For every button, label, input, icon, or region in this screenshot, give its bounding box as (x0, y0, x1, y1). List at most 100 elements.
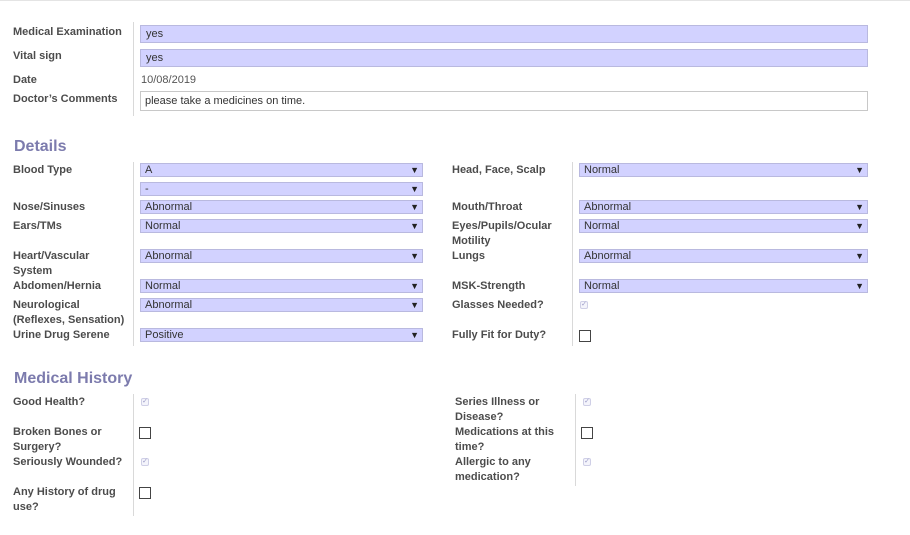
drug-history-label-line1: Any History of drug (13, 486, 116, 498)
medical-history-section-title: Medical History (14, 370, 133, 387)
drug-history-label: Any History of drug use? (13, 485, 116, 515)
top-divider (0, 0, 910, 1)
head-face-scalp-select[interactable]: Normal ▼ (579, 163, 868, 177)
lungs-value: Abnormal (584, 250, 632, 262)
caret-down-icon: ▼ (855, 202, 864, 212)
eyes-label-line2: Motility (452, 235, 491, 247)
neuro-label-line1: Neurological (13, 299, 80, 311)
vital-sign-label: Vital sign (13, 50, 62, 62)
urine-drug-value: Positive (145, 329, 184, 341)
fit-for-duty-checkbox[interactable] (579, 330, 591, 342)
caret-down-icon: ▼ (410, 165, 419, 175)
broken-bones-checkbox[interactable] (139, 427, 151, 439)
blood-type-value: A (145, 164, 153, 176)
eyes-value: Normal (584, 220, 620, 232)
details-right-divider (572, 162, 573, 346)
neurological-select[interactable]: Abnormal ▼ (140, 298, 423, 312)
seriously-wounded-checkbox[interactable]: ✓ (141, 458, 149, 466)
date-value: 10/08/2019 (141, 74, 197, 86)
ears-tms-label: Ears/TMs (13, 220, 62, 232)
doctors-comments-label: Doctor’s Comments (13, 93, 118, 105)
broken-bones-label-line1: Broken Bones or (13, 426, 102, 438)
medications-label-line1: Medications at this (455, 426, 555, 438)
medical-examination-field[interactable]: yes (140, 25, 868, 43)
good-health-checkbox[interactable]: ✓ (141, 398, 149, 406)
caret-down-icon: ▼ (410, 281, 419, 291)
caret-down-icon: ▼ (410, 221, 419, 231)
glasses-needed-label: Glasses Needed? (452, 299, 544, 311)
drug-history-checkbox[interactable] (139, 487, 151, 499)
abdomen-hernia-select[interactable]: Normal ▼ (140, 279, 423, 293)
series-illness-checkbox[interactable]: ✓ (583, 398, 591, 406)
caret-down-icon: ▼ (410, 251, 419, 261)
fit-for-duty-label: Fully Fit for Duty? (452, 329, 547, 341)
allergic-label-line2: medication? (455, 471, 520, 483)
history-left-divider (133, 394, 134, 516)
broken-bones-label-line2: Surgery? (13, 441, 62, 453)
medications-checkbox[interactable] (581, 427, 593, 439)
glasses-needed-checkbox[interactable]: ✓ (580, 301, 588, 309)
good-health-label: Good Health? (13, 396, 86, 408)
history-right-divider (575, 394, 576, 486)
allergic-label-line1: Allergic to any (455, 456, 531, 468)
checkmark-icon: ✓ (584, 458, 590, 465)
broken-bones-label: Broken Bones or Surgery? (13, 425, 102, 455)
caret-down-icon: ▼ (855, 251, 864, 261)
heart-vascular-value: Abnormal (145, 250, 193, 262)
doctors-comments-field[interactable]: please take a medicines on time. (140, 91, 868, 111)
heart-label-line1: Heart/Vascular (13, 250, 90, 262)
lungs-select[interactable]: Abnormal ▼ (579, 249, 868, 263)
allergic-label: Allergic to any medication? (455, 455, 531, 485)
caret-down-icon: ▼ (410, 184, 419, 194)
blood-rh-select[interactable]: - ▼ (140, 182, 423, 196)
medical-examination-label: Medical Examination (13, 26, 122, 38)
checkmark-icon: ✓ (581, 301, 587, 308)
abdomen-hernia-value: Normal (145, 280, 181, 292)
caret-down-icon: ▼ (855, 165, 864, 175)
caret-down-icon: ▼ (410, 300, 419, 310)
mouth-throat-select[interactable]: Abnormal ▼ (579, 200, 868, 214)
heart-vascular-label: Heart/Vascular System (13, 249, 89, 279)
label-column-divider (133, 22, 134, 116)
eyes-label-line1: Eyes/Pupils/Ocular (452, 220, 552, 232)
neurological-value: Abnormal (145, 299, 193, 311)
head-face-scalp-label: Head, Face, Scalp (452, 164, 546, 176)
medications-label-line2: time? (455, 441, 485, 453)
abdomen-hernia-label: Abdomen/Hernia (13, 280, 102, 292)
nose-sinuses-value: Abnormal (145, 201, 193, 213)
details-left-divider (133, 162, 134, 346)
eyes-select[interactable]: Normal ▼ (579, 219, 868, 233)
eyes-label: Eyes/Pupils/Ocular Motility (452, 219, 552, 249)
checkmark-icon: ✓ (142, 398, 148, 405)
drug-history-label-line2: use? (13, 501, 39, 513)
nose-sinuses-select[interactable]: Abnormal ▼ (140, 200, 423, 214)
nose-sinuses-label: Nose/Sinuses (13, 201, 86, 213)
lungs-label: Lungs (452, 250, 485, 262)
series-illness-label-line1: Series Illness or (455, 396, 540, 408)
urine-drug-label: Urine Drug Serene (13, 329, 110, 341)
head-face-scalp-value: Normal (584, 164, 620, 176)
details-section-title: Details (14, 138, 67, 155)
mouth-throat-label: Mouth/Throat (452, 201, 523, 213)
msk-strength-select[interactable]: Normal ▼ (579, 279, 868, 293)
msk-strength-value: Normal (584, 280, 620, 292)
caret-down-icon: ▼ (410, 202, 419, 212)
caret-down-icon: ▼ (410, 330, 419, 340)
ears-tms-value: Normal (145, 220, 181, 232)
ears-tms-select[interactable]: Normal ▼ (140, 219, 423, 233)
blood-type-select[interactable]: A ▼ (140, 163, 423, 177)
date-label: Date (13, 74, 37, 86)
series-illness-label-line2: Disease? (455, 411, 504, 423)
caret-down-icon: ▼ (855, 281, 864, 291)
allergic-checkbox[interactable]: ✓ (583, 458, 591, 466)
urine-drug-select[interactable]: Positive ▼ (140, 328, 423, 342)
seriously-wounded-label: Seriously Wounded? (13, 456, 123, 468)
vital-sign-field[interactable]: yes (140, 49, 868, 67)
msk-strength-label: MSK-Strength (452, 280, 526, 292)
medications-label: Medications at this time? (455, 425, 554, 455)
caret-down-icon: ▼ (855, 221, 864, 231)
blood-rh-value: - (145, 183, 149, 195)
checkmark-icon: ✓ (584, 398, 590, 405)
heart-vascular-select[interactable]: Abnormal ▼ (140, 249, 423, 263)
blood-type-label: Blood Type (13, 164, 73, 176)
